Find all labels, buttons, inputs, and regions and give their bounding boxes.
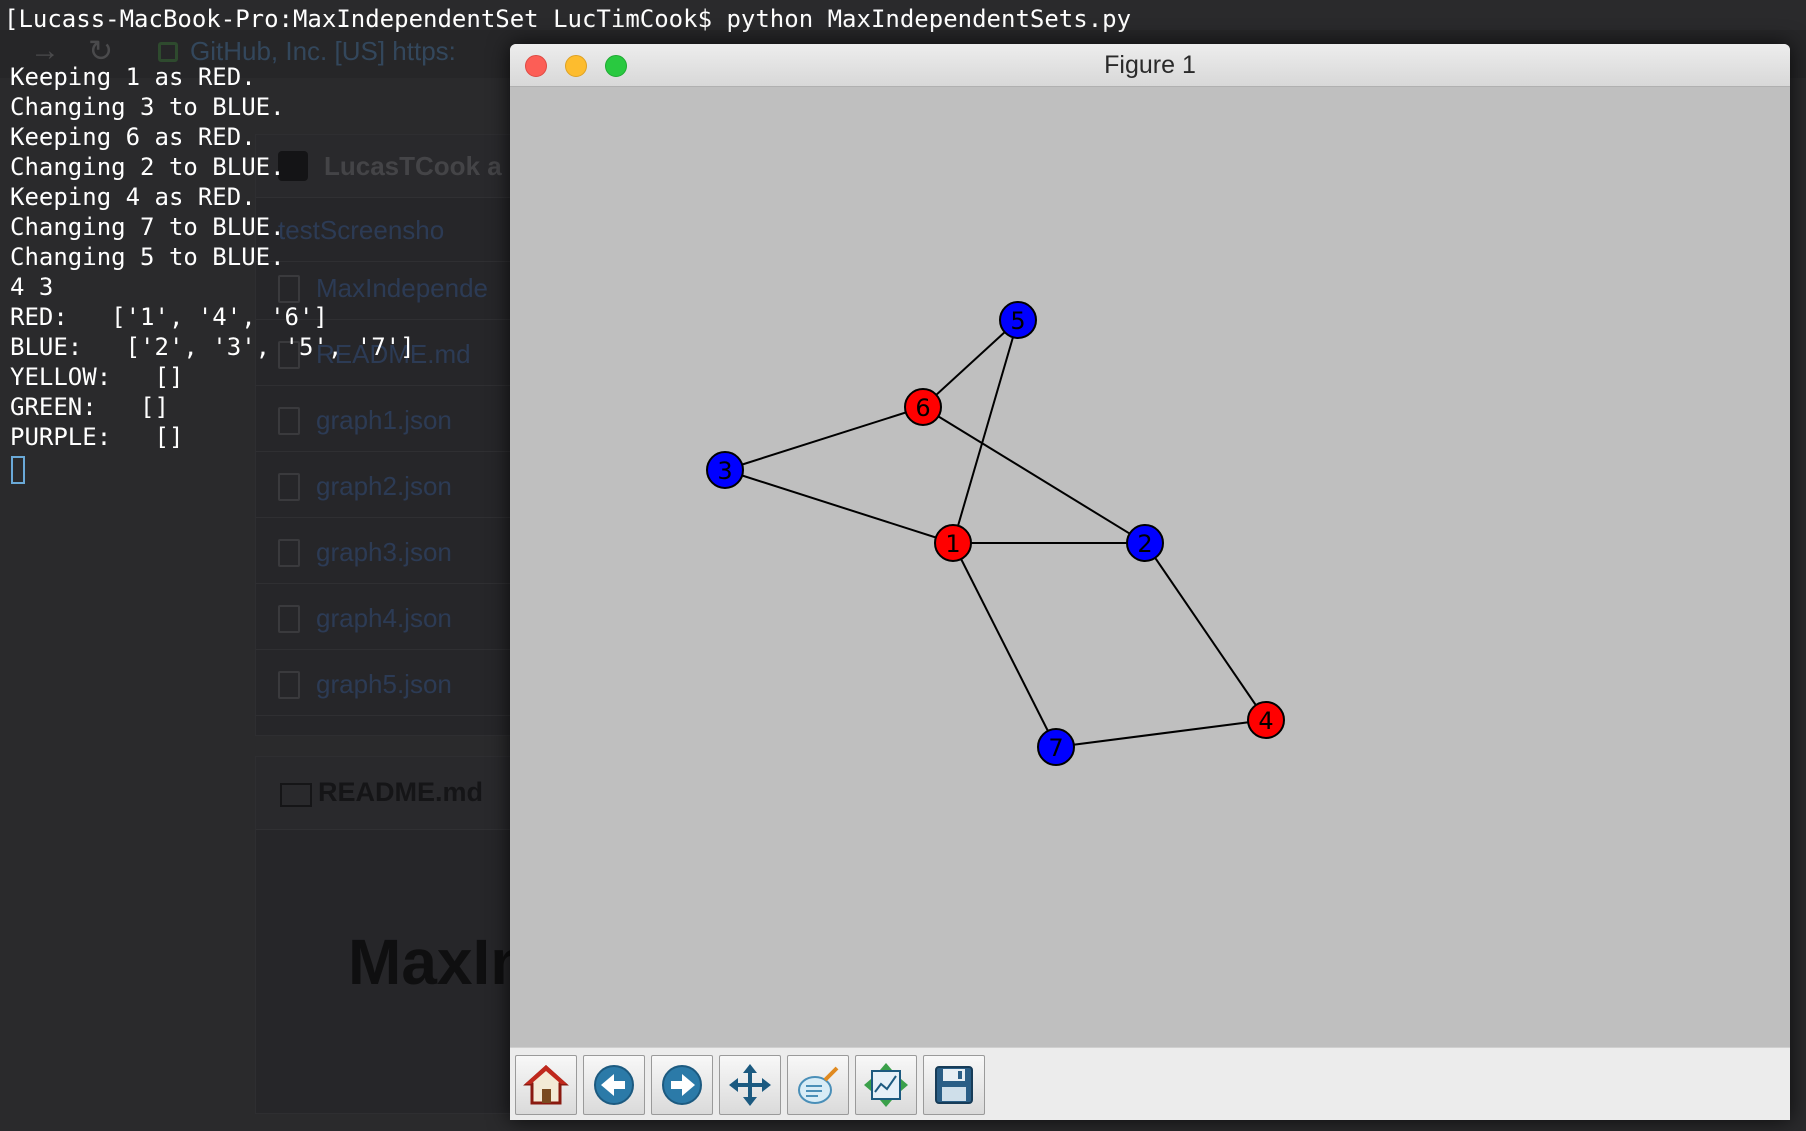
graph-edge-2-4 bbox=[1144, 542, 1267, 721]
terminal-line: Changing 7 to BLUE. bbox=[10, 213, 285, 241]
file-name[interactable]: graph5.json bbox=[316, 669, 452, 700]
graph-edge-3-1 bbox=[724, 469, 954, 544]
zoom-to-rect-icon bbox=[864, 1063, 908, 1107]
figure-window: Figure 1 1 2 3 4 5 6 7 bbox=[510, 44, 1790, 1120]
home-button[interactable] bbox=[515, 1055, 577, 1115]
save-button[interactable] bbox=[923, 1055, 985, 1115]
file-icon bbox=[278, 671, 300, 699]
terminal-output: Keeping 1 as RED. Changing 3 to BLUE. Ke… bbox=[10, 62, 415, 452]
terminal-line: 4 3 bbox=[10, 273, 54, 301]
window-title: Figure 1 bbox=[1104, 51, 1196, 79]
terminal-cursor bbox=[11, 456, 25, 484]
terminal-line: PURPLE: [] bbox=[10, 423, 184, 451]
graph-plot[interactable]: 1 2 3 4 5 6 7 bbox=[510, 87, 1790, 1047]
pan-icon bbox=[729, 1064, 771, 1106]
terminal-line: Keeping 1 as RED. bbox=[10, 63, 256, 91]
file-name[interactable]: graph3.json bbox=[316, 537, 452, 568]
terminal-line: Keeping 6 as RED. bbox=[10, 123, 256, 151]
graph-node-label-4: 4 bbox=[1258, 707, 1273, 735]
graph-edge-1-7 bbox=[952, 542, 1057, 748]
back-icon bbox=[594, 1065, 634, 1105]
graph-node-label-5: 5 bbox=[1010, 307, 1025, 335]
graph-node-label-2: 2 bbox=[1137, 530, 1152, 558]
terminal-line: YELLOW: [] bbox=[10, 363, 184, 391]
lock-icon bbox=[158, 42, 178, 62]
file-icon bbox=[278, 473, 300, 501]
graph-node-label-6: 6 bbox=[915, 394, 930, 422]
file-name[interactable]: graph4.json bbox=[316, 603, 452, 634]
terminal-line: Changing 3 to BLUE. bbox=[10, 93, 285, 121]
pan-button[interactable] bbox=[719, 1055, 781, 1115]
home-icon bbox=[523, 1064, 569, 1105]
terminal-line: GREEN: [] bbox=[10, 393, 169, 421]
graph-edge-5-6 bbox=[922, 319, 1019, 408]
configure-subplots-icon bbox=[798, 1066, 839, 1104]
terminal-command-line: [Lucass-MacBook-Pro:MaxIndependentSet Lu… bbox=[4, 5, 1132, 33]
terminal-line: BLUE: ['2', '3', '5', '7'] bbox=[10, 333, 415, 361]
navigation-toolbar bbox=[510, 1047, 1790, 1120]
graph-node-label-7: 7 bbox=[1048, 734, 1063, 762]
graph-edge-6-3 bbox=[724, 406, 924, 471]
terminal-line: Changing 5 to BLUE. bbox=[10, 243, 285, 271]
readme-title: README.md bbox=[318, 777, 484, 807]
window-titlebar[interactable]: Figure 1 bbox=[510, 44, 1790, 87]
figure-canvas[interactable]: 1 2 3 4 5 6 7 bbox=[510, 87, 1790, 1047]
save-icon bbox=[935, 1066, 973, 1104]
terminal-line: RED: ['1', '4', '6'] bbox=[10, 303, 328, 331]
terminal-line: Changing 2 to BLUE. bbox=[10, 153, 285, 181]
zoom-to-rect-button[interactable] bbox=[855, 1055, 917, 1115]
graph-edge-7-4 bbox=[1055, 719, 1267, 748]
graph-node-label-1: 1 bbox=[945, 530, 960, 558]
file-icon bbox=[278, 605, 300, 633]
graph-node-label-3: 3 bbox=[717, 457, 732, 485]
forward-button[interactable] bbox=[651, 1055, 713, 1115]
back-button[interactable] bbox=[583, 1055, 645, 1115]
graph-edge-6-2 bbox=[922, 406, 1146, 544]
file-name[interactable]: graph2.json bbox=[316, 471, 452, 502]
forward-icon bbox=[662, 1065, 702, 1105]
terminal-line: Keeping 4 as RED. bbox=[10, 183, 256, 211]
file-icon bbox=[278, 539, 300, 567]
book-icon bbox=[280, 783, 312, 807]
readme-heading: MaxIn bbox=[348, 926, 530, 998]
configure-subplots-button[interactable] bbox=[787, 1055, 849, 1115]
